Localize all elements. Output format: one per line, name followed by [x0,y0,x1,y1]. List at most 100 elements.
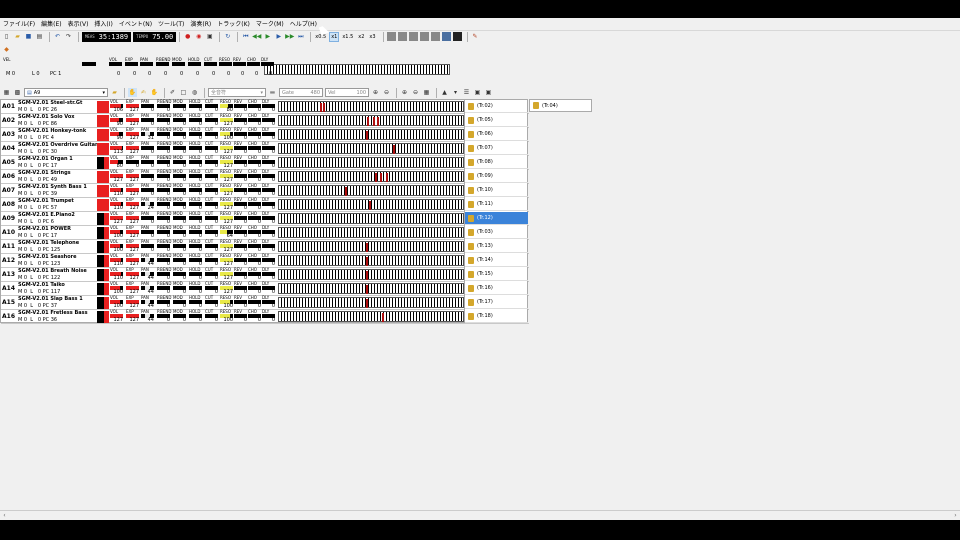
track-row[interactable]: A12 SGM-V2.01 Seashore M 0 L 0 PC 123 VOL … [1,254,529,268]
track-row[interactable]: A04 SGM-V2.01 Overdrive Guitar M 0 L 0 PC … [1,142,529,156]
port-item[interactable]: (Tr.06) [465,128,528,141]
track-row[interactable]: A02 SGM-V2.01 Solo Vox M 0 L 0 PC 86 VOL 9… [1,114,529,128]
controller-pbend[interactable]: P.BEND 0 [157,310,171,323]
controller-reso[interactable]: RESO 127 [220,212,233,225]
master-bar[interactable] [219,62,232,66]
horizontal-scrollbar[interactable]: ‹ › [0,510,960,519]
controller-exp[interactable]: EXP 127 [126,198,139,211]
pointer-tool-icon[interactable]: ✋ [128,88,137,97]
export-icon[interactable]: ▣ [473,88,482,97]
controller-mod[interactable]: MOD 0 [173,198,186,211]
controller-hold[interactable]: HOLD 0 [189,198,202,211]
track-name[interactable]: SGM-V2.01 Fretless Bass [18,310,88,316]
grid-icon[interactable]: ▦ [422,88,431,97]
controller-reso[interactable]: RESO 127 [220,142,233,155]
import-icon[interactable]: ▣ [484,88,493,97]
controller-rev[interactable]: REV 0 [234,268,247,281]
controller-cho[interactable]: CHO 0 [248,114,261,127]
controller-cut[interactable]: CUT 0 [205,184,218,197]
controller-reso[interactable]: RESO 100 [220,310,233,323]
master-bar[interactable] [247,62,260,66]
controller-reso[interactable]: RESO 64 [220,226,233,239]
note-length-select[interactable]: 全音符 ▾ [208,88,266,97]
port-item[interactable]: (Tr.11) [465,198,528,211]
controller-cho[interactable]: CHO 0 [248,240,261,253]
controller-rev[interactable]: REV 0 [234,282,247,295]
pencil-tool-icon[interactable]: ✍ [139,88,148,97]
controller-cho[interactable]: CHO 0 [248,212,261,225]
track-name[interactable]: SGM-V2.01 Solo Vox [18,114,75,120]
controller-hold[interactable]: HOLD 0 [189,184,202,197]
track-keyboard[interactable] [278,283,464,294]
view-score-icon[interactable] [419,32,429,41]
port-item[interactable]: (Tr.15) [465,268,528,281]
menu-item-5[interactable]: ツール(T) [158,19,184,28]
controller-pan[interactable]: PAN 0 [141,184,154,197]
track-name[interactable]: SGM-V2.01 POWER [18,226,71,232]
track-keyboard[interactable] [278,297,464,308]
controller-hold[interactable]: HOLD 0 [189,240,202,253]
list-icon[interactable]: ☰ [462,88,471,97]
view-event-list-icon[interactable] [408,32,418,41]
marker-icon[interactable]: ◆ [2,45,11,54]
controller-rev[interactable]: REV 0 [234,142,247,155]
menu-item-3[interactable]: 挿入(I) [94,19,112,28]
controller-exp[interactable]: EXP 127 [126,142,139,155]
controller-dly[interactable]: DLY 0 [262,226,275,239]
controller-cho[interactable]: CHO 0 [248,128,261,141]
track-keyboard[interactable] [278,269,464,280]
loop-icon[interactable]: ↻ [223,32,232,41]
controller-cut[interactable]: CUT 0 [205,310,218,323]
controller-reso[interactable]: RESO 100 [220,128,233,141]
controller-reso[interactable]: RESO 127 [220,282,233,295]
controller-vol[interactable]: VOL 110 [110,268,123,281]
controller-rev[interactable]: REV 0 [234,198,247,211]
port-item[interactable]: (Tr.17) [465,296,528,309]
track-row[interactable]: A07 SGM-V2.01 Synth Bass 1M 0 L 0 PC 39 V… [1,184,529,198]
controller-rev[interactable]: REV 0 [234,254,247,267]
controller-cut[interactable]: CUT 0 [205,240,218,253]
open-folder-icon[interactable]: ▰ [13,32,22,41]
controller-vol[interactable]: VOL 90 [110,128,123,141]
track-name[interactable]: SGM-V2.01 Seashore [18,254,77,260]
controller-mod[interactable]: MOD 0 [173,296,186,309]
controller-pan[interactable]: PAN 0 [141,212,154,225]
controller-reso[interactable]: RESO 127 [220,156,233,169]
controller-pan[interactable]: PAN 0 [141,114,154,127]
port-item[interactable]: (Tr.12) [465,212,528,225]
triangle-icon[interactable]: ▲ [440,88,449,97]
controller-cut[interactable]: CUT 0 [205,142,218,155]
record-icon[interactable]: ● [183,32,192,41]
menu-item-1[interactable]: 編集(E) [41,19,61,28]
track-row[interactable]: A08 SGM-V2.01 Trumpet M 0 L 0 PC 57 VOL 11… [1,198,529,212]
track-name[interactable]: SGM-V2.01 Steel-str.Gt [18,100,82,106]
speed-button-3[interactable]: x2 [357,33,365,41]
controller-rev[interactable]: REV 0 [234,296,247,309]
master-bar[interactable] [204,62,217,66]
controller-cut[interactable]: CUT 0 [205,170,218,183]
speed-button-4[interactable]: x3 [368,33,376,41]
controller-exp[interactable]: EXP 127 [126,296,139,309]
menu-item-6[interactable]: 演奏(R) [190,19,211,28]
controller-exp[interactable]: EXP 0 [126,156,139,169]
controller-pbend[interactable]: P.BEND 0 [157,198,171,211]
controller-cho[interactable]: CHO 0 [248,226,261,239]
speed-button-1[interactable]: x1 [329,31,340,42]
track-keyboard[interactable] [278,171,464,182]
controller-cut[interactable]: CUT 0 [205,212,218,225]
port-item[interactable]: (Tr.18) [465,310,528,323]
controller-hold[interactable]: HOLD 0 [189,170,202,183]
controller-reso[interactable]: RESO 100 [220,296,233,309]
port-item[interactable]: (Tr.10) [465,184,528,197]
controller-hold[interactable]: HOLD 0 [189,226,202,239]
controller-exp[interactable]: EXP 127 [126,114,139,127]
port-item[interactable]: (Tr.02) [465,100,528,113]
controller-exp[interactable]: EXP 127 [126,226,139,239]
controller-pan[interactable]: PAN 0 [141,240,154,253]
track-name[interactable]: SGM-V2.01 Strings [18,170,71,176]
controller-pan[interactable]: PAN 0 [141,170,154,183]
controller-exp[interactable]: EXP 127 [126,128,139,141]
port-select[interactable]: ▤ A9 ▾ [24,88,108,97]
scroll-right-icon[interactable]: › [951,511,960,520]
menu-item-4[interactable]: イベント(N) [119,19,152,28]
